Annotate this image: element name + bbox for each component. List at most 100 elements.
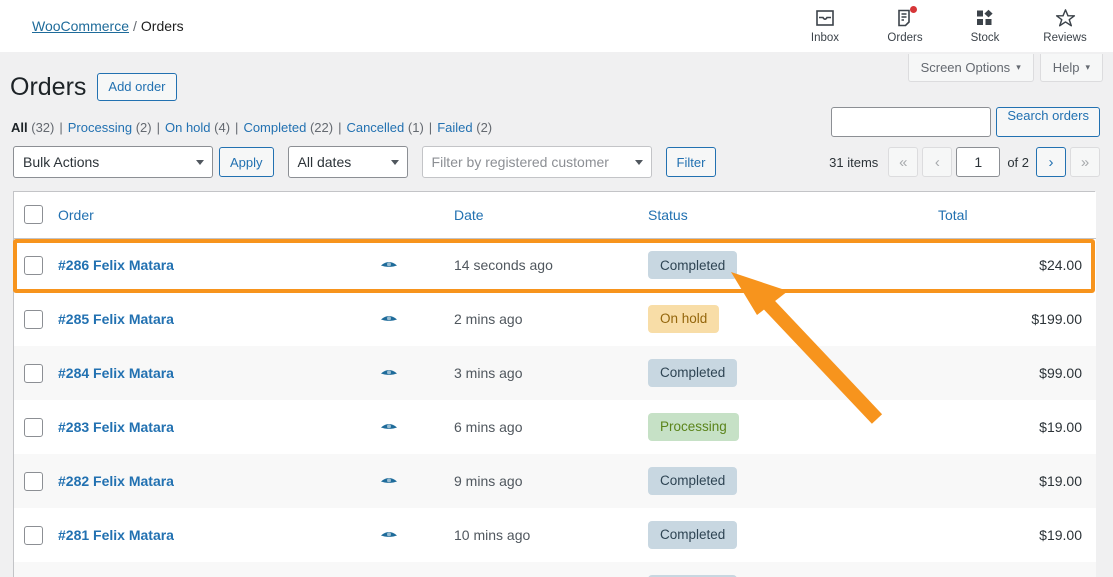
status-badge: Processing — [648, 413, 739, 441]
row-date-cell: 14 seconds ago — [454, 238, 648, 292]
order-link[interactable]: #282 Felix Matara — [58, 473, 174, 489]
orders-table: Order Date Status Total #286 Felix Matar… — [14, 192, 1096, 577]
order-date: 2 mins ago — [454, 311, 523, 327]
items-count: 31 items — [829, 154, 879, 170]
row-total-cell: $24.00 — [1039, 257, 1082, 274]
add-order-button[interactable]: Add order — [97, 73, 177, 101]
row-total-cell: $19.00 — [1039, 527, 1082, 543]
table-row[interactable]: #286 Felix Matara 14 seconds ago Complet… — [14, 238, 1096, 292]
search-orders-button[interactable]: Search orders — [996, 107, 1100, 137]
row-status-cell: Processing — [648, 400, 938, 454]
pagination-current-page-input[interactable] — [956, 147, 1001, 177]
row-checkbox-cell — [14, 508, 58, 562]
pagination: 31 items « ‹ of 2 › » — [829, 147, 1100, 177]
status-filter-completed[interactable]: Completed — [243, 120, 306, 135]
column-header-order[interactable]: Order — [58, 192, 454, 239]
screen-meta-links: Screen Options ▾ Help ▾ — [907, 54, 1103, 82]
pagination-next-button[interactable]: › — [1036, 147, 1066, 177]
row-checkbox-cell — [14, 238, 58, 292]
status-filter-processing[interactable]: Processing — [68, 120, 132, 135]
help-label: Help — [1052, 60, 1080, 75]
select-all-checkbox[interactable] — [24, 205, 43, 225]
search-area: Search orders — [831, 107, 1100, 137]
chevron-down-icon — [634, 160, 643, 165]
table-row[interactable]: #285 Felix Matara 2 mins ago On hold $19… — [14, 292, 1096, 346]
activity-item-inbox[interactable]: Inbox — [785, 2, 865, 52]
row-select-checkbox[interactable] — [24, 309, 43, 329]
preview-eye-icon[interactable] — [380, 311, 398, 327]
order-date: 6 mins ago — [454, 419, 523, 435]
order-link[interactable]: #283 Felix Matara — [58, 419, 174, 435]
chevron-down-icon — [390, 160, 399, 165]
table-row[interactable]: Completed — [14, 562, 1096, 577]
status-filter-links: All (32) | Processing (2) | On hold (4) | Comp… — [11, 120, 493, 135]
status-filter-all[interactable]: All — [11, 120, 28, 135]
reviews-star-icon — [1054, 7, 1076, 29]
column-header-total[interactable]: Total — [938, 192, 1096, 239]
table-row[interactable]: #282 Felix Matara 9 mins ago Completed $… — [14, 454, 1096, 508]
status-badge: Completed — [648, 251, 738, 280]
row-date-cell: 2 mins ago — [454, 292, 648, 346]
row-order-cell: #282 Felix Matara — [58, 454, 454, 508]
order-link[interactable]: #285 Felix Matara — [58, 311, 174, 327]
preview-eye-icon[interactable] — [380, 419, 398, 435]
activity-item-label: Stock — [970, 32, 1000, 44]
row-total-cell: $19.00 — [1039, 473, 1082, 489]
row-select-checkbox[interactable] — [24, 417, 43, 437]
row-select-checkbox[interactable] — [24, 471, 43, 491]
chevron-down-icon: ▾ — [1016, 62, 1021, 72]
customer-filter-select[interactable]: Filter by registered customer — [421, 146, 652, 178]
table-row[interactable]: #283 Felix Matara 6 mins ago Processing … — [14, 400, 1096, 454]
order-link[interactable]: #284 Felix Matara — [58, 365, 174, 381]
preview-eye-icon[interactable] — [380, 473, 398, 489]
bulk-actions-select[interactable]: Bulk Actions — [13, 146, 213, 178]
chevron-down-icon: ▾ — [1085, 62, 1090, 72]
preview-eye-icon[interactable] — [380, 527, 398, 543]
row-date-cell: 3 mins ago — [454, 346, 648, 400]
customer-filter-placeholder: Filter by registered customer — [431, 154, 609, 170]
order-link[interactable]: #286 Felix Matara — [58, 257, 174, 273]
page-header: Orders Add order — [10, 72, 177, 102]
help-button[interactable]: Help ▾ — [1039, 54, 1103, 82]
row-total-cell: $99.00 — [1039, 365, 1082, 381]
status-filter-cancelled-count: (1) — [407, 120, 424, 135]
row-select-checkbox[interactable] — [24, 363, 43, 383]
pagination-last-button: » — [1070, 147, 1100, 177]
row-select-checkbox[interactable] — [24, 525, 43, 545]
preview-eye-icon[interactable] — [380, 365, 398, 381]
search-input[interactable] — [831, 107, 992, 137]
pagination-prev-button: ‹ — [922, 147, 953, 177]
status-filter-cancelled[interactable]: Cancelled — [346, 120, 404, 135]
admin-topbar: WooCommerce / Orders Inbox Orders Stock … — [0, 0, 1113, 52]
preview-eye-icon[interactable] — [380, 257, 398, 273]
row-order-cell: #284 Felix Matara — [58, 346, 454, 400]
column-header-checkbox — [14, 192, 58, 239]
status-filter-on-hold[interactable]: On hold — [165, 120, 211, 135]
filter-button[interactable]: Filter — [665, 147, 717, 177]
column-header-date[interactable]: Date — [454, 192, 648, 239]
order-link[interactable]: #281 Felix Matara — [58, 527, 174, 543]
column-header-status: Status — [648, 192, 938, 239]
row-total-cell: $199.00 — [1031, 311, 1082, 327]
activity-item-stock[interactable]: Stock — [945, 2, 1025, 52]
status-badge: Completed — [648, 359, 738, 387]
woocommerce-orders-screen: WooCommerce / Orders Inbox Orders Stock … — [0, 0, 1113, 577]
notification-badge-dot — [910, 6, 917, 13]
pagination-first-button: « — [888, 147, 919, 177]
row-status-cell: Completed — [648, 508, 938, 562]
breadcrumb-link-woocommerce[interactable]: WooCommerce — [32, 18, 129, 34]
screen-options-button[interactable]: Screen Options ▾ — [907, 54, 1034, 82]
row-checkbox-cell — [14, 400, 58, 454]
row-status-cell: Completed — [648, 454, 938, 508]
status-badge: On hold — [648, 305, 720, 333]
table-row[interactable]: #281 Felix Matara 10 mins ago Completed … — [14, 508, 1096, 562]
activity-item-label: Inbox — [810, 32, 840, 44]
apply-button[interactable]: Apply — [219, 147, 274, 177]
row-select-checkbox[interactable] — [24, 255, 43, 275]
date-filter-select[interactable]: All dates — [287, 146, 408, 178]
row-date-cell: 9 mins ago — [454, 454, 648, 508]
activity-item-reviews[interactable]: Reviews — [1025, 2, 1105, 52]
status-filter-failed[interactable]: Failed — [437, 120, 472, 135]
table-row[interactable]: #284 Felix Matara 3 mins ago Completed $… — [14, 346, 1096, 400]
activity-item-orders[interactable]: Orders — [865, 2, 945, 52]
